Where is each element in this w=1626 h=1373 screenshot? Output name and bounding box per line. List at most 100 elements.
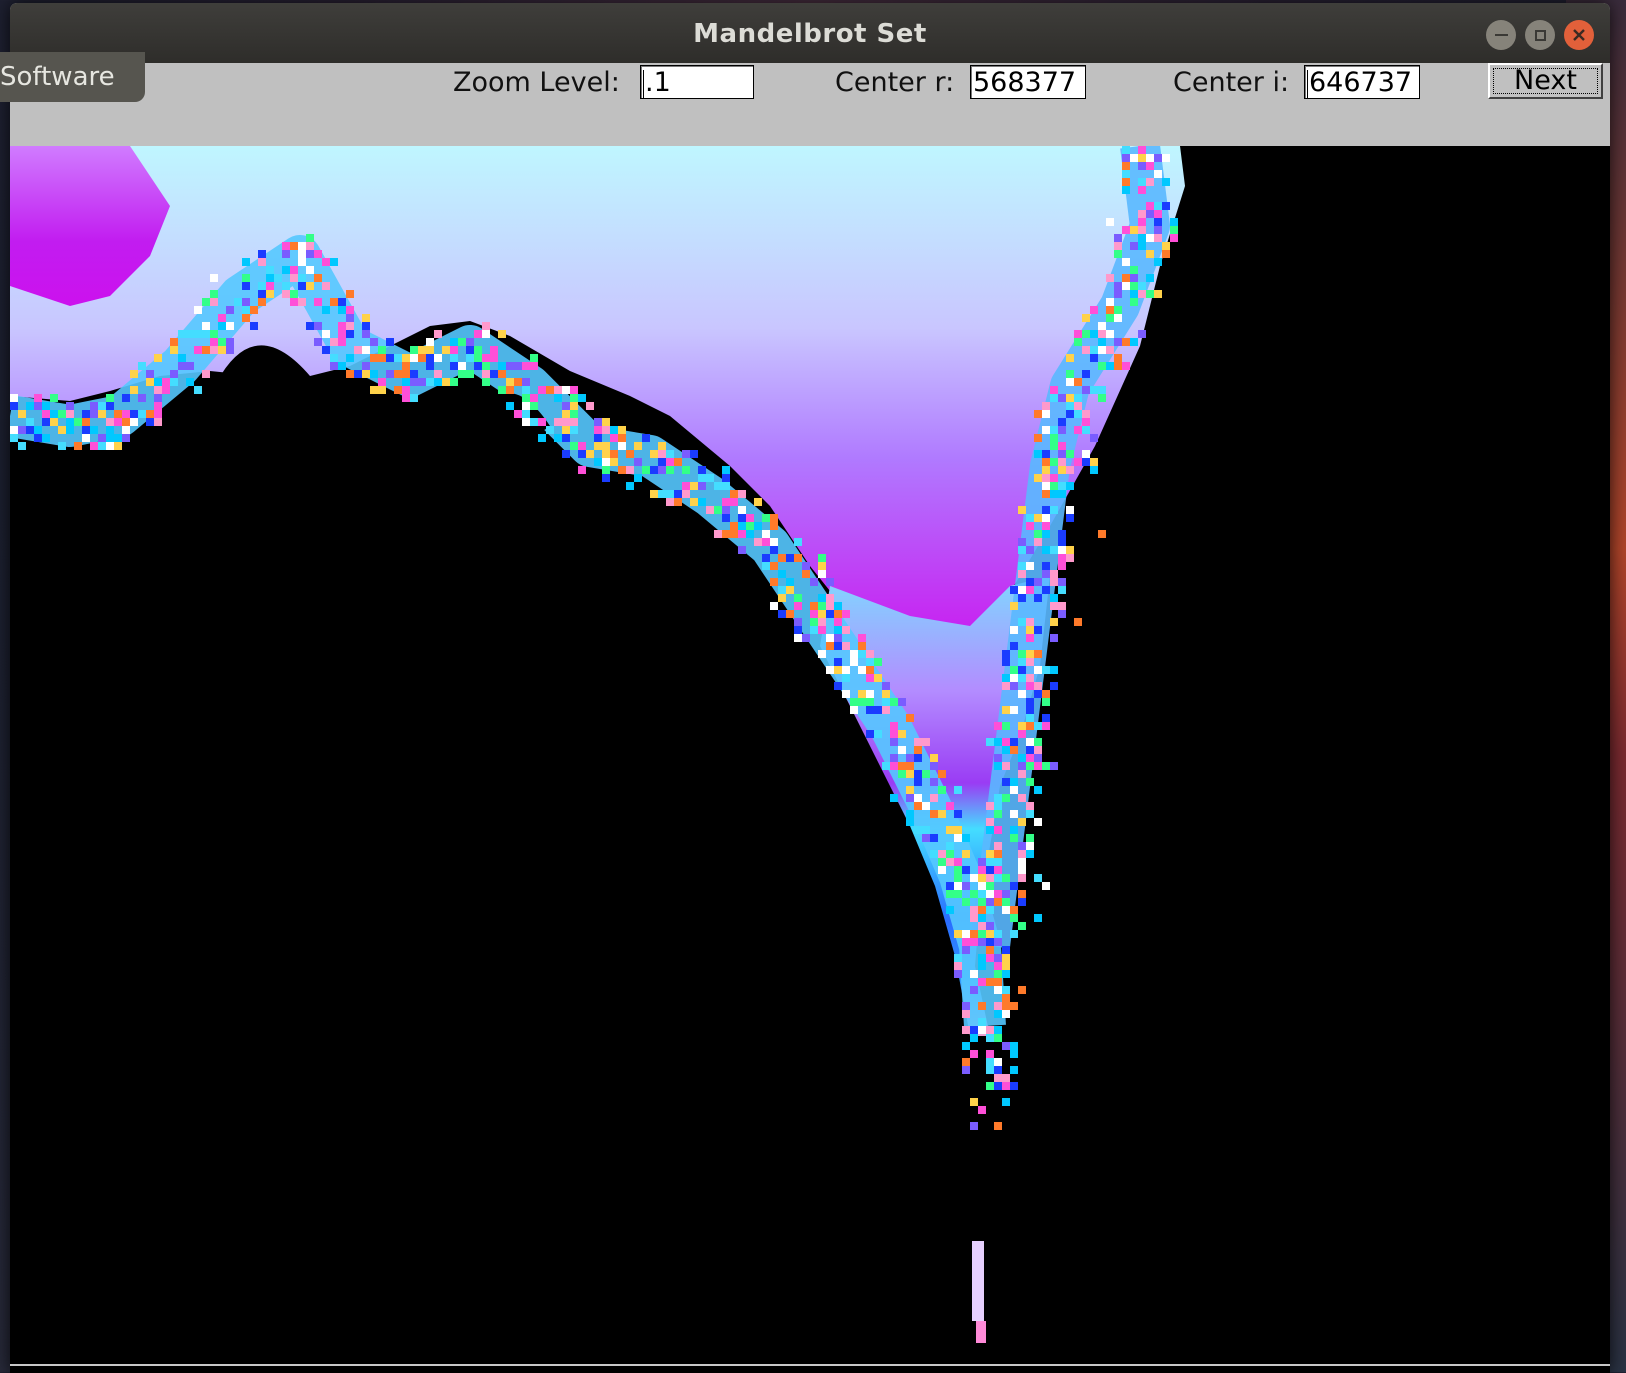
zoom-level-input[interactable]: .1	[640, 65, 754, 99]
boundary-pixel	[450, 338, 458, 346]
boundary-pixel	[1042, 530, 1050, 538]
boundary-pixel	[762, 554, 770, 562]
boundary-pixel	[938, 770, 946, 778]
boundary-pixel	[402, 378, 410, 386]
next-button[interactable]: Next	[1488, 63, 1603, 99]
boundary-pixel	[994, 938, 1002, 946]
boundary-pixel	[1002, 946, 1010, 954]
boundary-pixel	[506, 378, 514, 386]
boundary-pixel	[658, 458, 666, 466]
boundary-pixel	[1026, 522, 1034, 530]
boundary-pixel	[258, 258, 266, 266]
boundary-pixel	[1090, 458, 1098, 466]
boundary-pixel	[146, 418, 154, 426]
boundary-pixel	[282, 242, 290, 250]
boundary-pixel	[1018, 594, 1026, 602]
boundary-pixel	[378, 354, 386, 362]
boundary-pixel	[1058, 546, 1066, 554]
boundary-pixel	[1010, 786, 1018, 794]
boundary-pixel	[818, 610, 826, 618]
boundary-pixel	[938, 850, 946, 858]
boundary-pixel	[218, 338, 226, 346]
boundary-pixel	[1042, 570, 1050, 578]
boundary-pixel	[1002, 1002, 1010, 1010]
boundary-pixel	[1034, 538, 1042, 546]
boundary-pixel	[978, 1002, 986, 1010]
boundary-pixel	[994, 1034, 1002, 1042]
boundary-pixel	[794, 594, 802, 602]
boundary-pixel	[1114, 362, 1122, 370]
center-r-input[interactable]: 568377	[970, 65, 1086, 99]
boundary-pixel	[1130, 242, 1138, 250]
boundary-pixel	[306, 322, 314, 330]
boundary-pixel	[1114, 314, 1122, 322]
boundary-pixel	[858, 690, 866, 698]
boundary-pixel	[914, 826, 922, 834]
boundary-pixel	[98, 410, 106, 418]
boundary-pixel	[330, 258, 338, 266]
maximize-button[interactable]	[1525, 20, 1555, 50]
boundary-pixel	[970, 970, 978, 978]
boundary-pixel	[82, 410, 90, 418]
boundary-pixel	[890, 762, 898, 770]
boundary-pixel	[1090, 346, 1098, 354]
boundary-pixel	[906, 810, 914, 818]
boundary-pixel	[1026, 834, 1034, 842]
boundary-pixel	[818, 570, 826, 578]
boundary-pixel	[986, 954, 994, 962]
boundary-pixel	[202, 330, 210, 338]
boundary-pixel	[66, 426, 74, 434]
boundary-pixel	[98, 434, 106, 442]
boundary-pixel	[1058, 610, 1066, 618]
software-launcher-tab[interactable]: Software	[0, 52, 145, 102]
zoom-level-label: Zoom Level:	[453, 67, 620, 98]
boundary-pixel	[898, 730, 906, 738]
title-bar[interactable]: Mandelbrot Set	[10, 3, 1610, 63]
boundary-pixel	[194, 346, 202, 354]
boundary-pixel	[1146, 162, 1154, 170]
boundary-pixel	[1026, 546, 1034, 554]
tail-stem	[976, 1321, 986, 1343]
boundary-pixel	[1026, 650, 1034, 658]
boundary-pixel	[130, 370, 138, 378]
boundary-pixel	[562, 402, 570, 410]
center-i-input[interactable]: 646737	[1304, 65, 1420, 99]
boundary-pixel	[602, 450, 610, 458]
close-button[interactable]	[1564, 20, 1594, 50]
boundary-pixel	[1170, 234, 1178, 242]
boundary-pixel	[1082, 370, 1090, 378]
boundary-pixel	[986, 930, 994, 938]
center-r-value: 568377	[973, 67, 1077, 98]
boundary-pixel	[794, 626, 802, 634]
boundary-pixel	[666, 458, 674, 466]
boundary-pixel	[162, 386, 170, 394]
boundary-pixel	[322, 282, 330, 290]
boundary-pixel	[82, 426, 90, 434]
boundary-pixel	[258, 250, 266, 258]
boundary-pixel	[242, 314, 250, 322]
boundary-pixel	[1042, 402, 1050, 410]
boundary-pixel	[66, 402, 74, 410]
boundary-pixel	[314, 298, 322, 306]
boundary-pixel	[362, 314, 370, 322]
boundary-pixel	[666, 450, 674, 458]
boundary-pixel	[634, 442, 642, 450]
boundary-pixel	[90, 426, 98, 434]
boundary-pixel	[474, 362, 482, 370]
boundary-pixel	[514, 362, 522, 370]
boundary-pixel	[282, 282, 290, 290]
boundary-pixel	[434, 378, 442, 386]
boundary-pixel	[426, 346, 434, 354]
boundary-pixel	[858, 634, 866, 642]
minimize-button[interactable]	[1486, 20, 1516, 50]
boundary-pixel	[426, 354, 434, 362]
boundary-pixel	[1130, 154, 1138, 162]
boundary-pixel	[634, 474, 642, 482]
boundary-pixel	[762, 530, 770, 538]
boundary-pixel	[1082, 426, 1090, 434]
mandelbrot-canvas[interactable]	[10, 146, 1610, 1364]
boundary-pixel	[1002, 962, 1010, 970]
boundary-pixel	[1026, 698, 1034, 706]
boundary-pixel	[562, 426, 570, 434]
boundary-pixel	[1154, 210, 1162, 218]
